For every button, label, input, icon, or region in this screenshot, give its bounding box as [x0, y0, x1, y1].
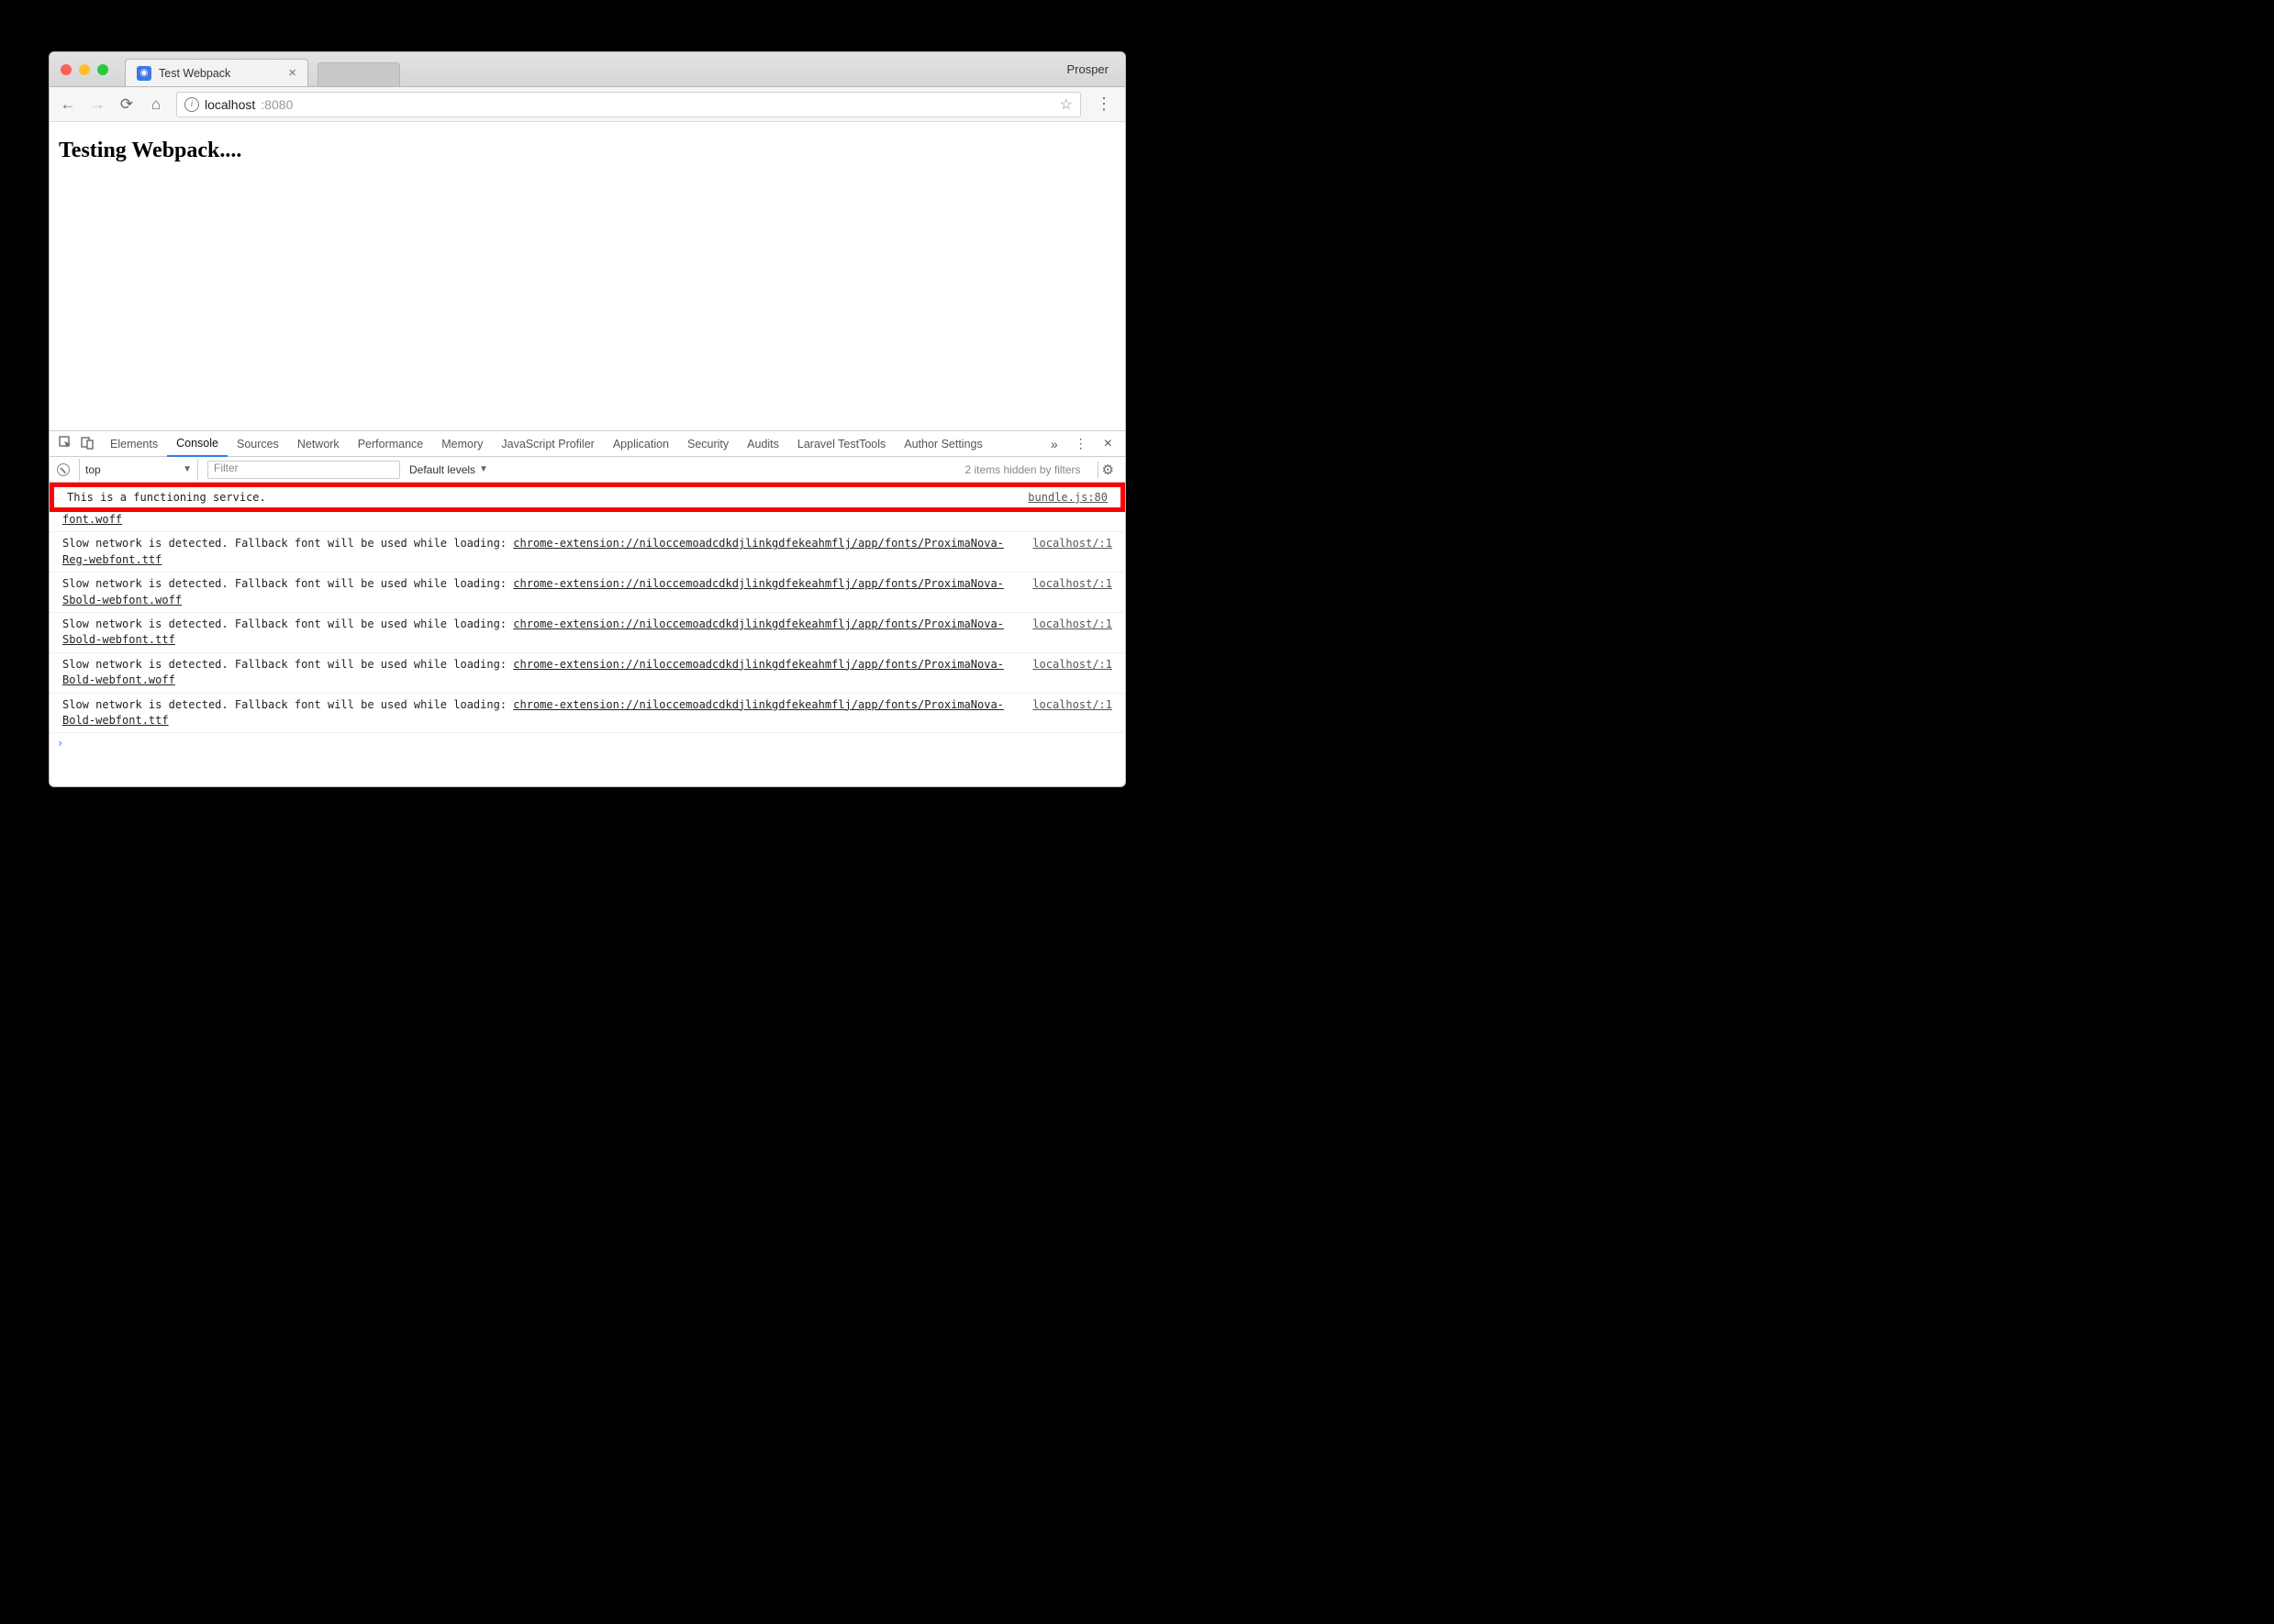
dropdown-arrow-icon: ▼	[479, 464, 488, 474]
new-tab-placeholder[interactable]	[318, 62, 400, 86]
devtools-tab-network[interactable]: Network	[288, 431, 349, 457]
window-controls	[50, 64, 119, 75]
log-source-link[interactable]: bundle.js:80	[1028, 491, 1108, 504]
window-close-button[interactable]	[61, 64, 72, 75]
dropdown-arrow-icon: ▼	[183, 464, 192, 474]
inspect-element-icon[interactable]	[57, 436, 73, 452]
url-host: localhost	[205, 97, 255, 112]
devtools-tab-javascript-profiler[interactable]: JavaScript Profiler	[492, 431, 603, 457]
browser-window: ◉ Test Webpack × Prosper ← → ⟳ ⌂ i local…	[49, 51, 1126, 787]
profile-name[interactable]: Prosper	[1066, 62, 1109, 76]
log-source-link[interactable]: localhost/:1	[1032, 617, 1112, 632]
devtools-tab-laravel-testtools[interactable]: Laravel TestTools	[788, 431, 895, 457]
devtools-tab-bar: ElementsConsoleSourcesNetworkPerformance…	[50, 431, 1125, 457]
console-filter-input[interactable]: Filter	[207, 461, 400, 479]
context-selector[interactable]: top ▼	[79, 459, 198, 481]
browser-toolbar: ← → ⟳ ⌂ i localhost :8080 ☆ ⋮	[50, 87, 1125, 122]
devtools-tab-application[interactable]: Application	[604, 431, 678, 457]
devtools-tab-sources[interactable]: Sources	[228, 431, 288, 457]
url-port: :8080	[261, 97, 293, 112]
devtools-close-button[interactable]: ×	[1098, 436, 1118, 452]
log-row: Slow network is detected. Fallback font …	[50, 653, 1125, 694]
forward-button[interactable]: →	[88, 95, 106, 114]
devtools-tab-performance[interactable]: Performance	[349, 431, 433, 457]
log-source-link[interactable]: localhost/:1	[1032, 657, 1112, 673]
log-source-link[interactable]: localhost/:1	[1032, 536, 1112, 551]
bookmark-star-icon[interactable]: ☆	[1060, 95, 1073, 114]
devtools-menu-button[interactable]: ⋮	[1069, 436, 1093, 451]
log-message-text: Slow network is detected. Fallback font …	[62, 617, 513, 630]
browser-menu-button[interactable]: ⋮	[1092, 95, 1116, 114]
devtools-tab-elements[interactable]: Elements	[101, 431, 167, 457]
context-label: top	[85, 463, 101, 476]
tab-strip: ◉ Test Webpack × Prosper	[50, 52, 1125, 87]
device-toolbar-icon[interactable]	[79, 436, 95, 452]
log-message-text: This is a functioning service.	[67, 491, 266, 504]
home-button[interactable]: ⌂	[147, 95, 165, 114]
truncated-log-row: font.woff	[50, 512, 1125, 532]
devtools-more-tabs-button[interactable]: »	[1045, 437, 1064, 451]
log-levels-label: Default levels	[409, 463, 475, 476]
console-output: This is a functioning service. bundle.js…	[50, 483, 1125, 786]
window-maximize-button[interactable]	[97, 64, 108, 75]
log-row: Slow network is detected. Fallback font …	[50, 694, 1125, 734]
log-message-text: Slow network is detected. Fallback font …	[62, 658, 513, 671]
highlighted-log-row: This is a functioning service. bundle.js…	[50, 483, 1125, 512]
console-filter-bar: top ▼ Filter Default levels ▼ 2 items hi…	[50, 457, 1125, 483]
window-minimize-button[interactable]	[79, 64, 90, 75]
site-info-icon[interactable]: i	[184, 97, 199, 112]
log-message-text: Slow network is detected. Fallback font …	[62, 577, 513, 590]
log-row: Slow network is detected. Fallback font …	[50, 532, 1125, 573]
favicon-icon: ◉	[137, 66, 151, 81]
page-viewport: Testing Webpack....	[50, 122, 1125, 430]
log-message-text: Slow network is detected. Fallback font …	[62, 537, 513, 550]
console-settings-icon[interactable]: ⚙	[1098, 462, 1118, 478]
console-prompt[interactable]: ›	[50, 733, 1125, 753]
tab-close-button[interactable]: ×	[288, 66, 296, 80]
log-levels-selector[interactable]: Default levels ▼	[409, 463, 488, 476]
page-heading: Testing Webpack....	[59, 139, 1116, 163]
address-bar[interactable]: i localhost :8080 ☆	[176, 92, 1081, 117]
devtools-tab-memory[interactable]: Memory	[432, 431, 492, 457]
tab-title: Test Webpack	[159, 67, 230, 80]
log-message-text: Slow network is detected. Fallback font …	[62, 698, 513, 711]
devtools-panel: ElementsConsoleSourcesNetworkPerformance…	[50, 430, 1125, 786]
log-link[interactable]: font.woff	[62, 513, 122, 526]
browser-tab[interactable]: ◉ Test Webpack ×	[125, 59, 308, 86]
back-button[interactable]: ←	[59, 95, 77, 114]
hidden-items-text[interactable]: 2 items hidden by filters	[964, 463, 1080, 476]
devtools-tab-console[interactable]: Console	[167, 431, 228, 457]
devtools-tab-audits[interactable]: Audits	[738, 431, 788, 457]
log-row: Slow network is detected. Fallback font …	[50, 613, 1125, 653]
devtools-tab-author-settings[interactable]: Author Settings	[895, 431, 991, 457]
devtools-tab-security[interactable]: Security	[678, 431, 738, 457]
reload-button[interactable]: ⟳	[117, 95, 136, 114]
log-row: Slow network is detected. Fallback font …	[50, 573, 1125, 613]
clear-console-icon[interactable]	[57, 463, 70, 476]
log-source-link[interactable]: localhost/:1	[1032, 576, 1112, 592]
log-source-link[interactable]: localhost/:1	[1032, 697, 1112, 713]
